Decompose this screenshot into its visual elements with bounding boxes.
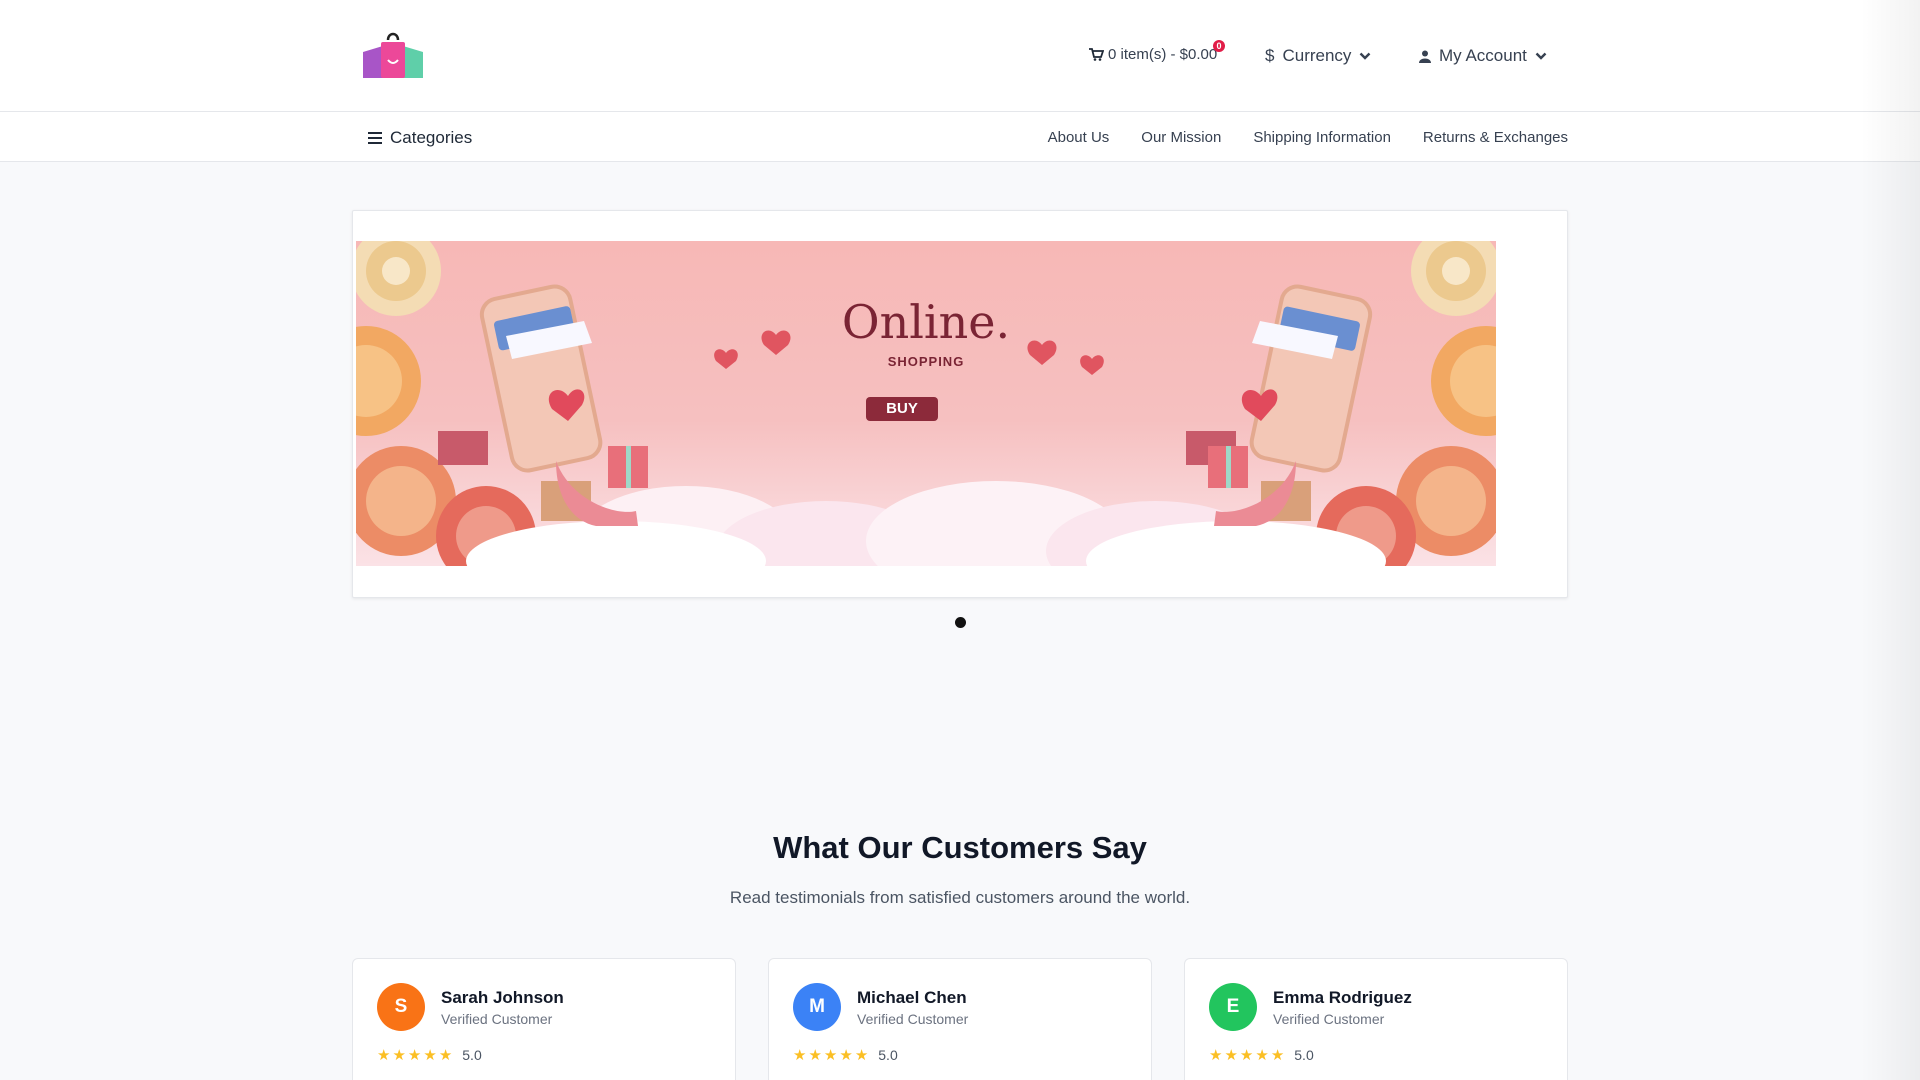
star-icon: ★: [808, 1046, 822, 1064]
top-header: 0 item(s) - $0.00 0 $ Currency My Accoun…: [0, 0, 1920, 112]
cart-label: 0 item(s) - $0.00: [1108, 46, 1218, 63]
account-dropdown[interactable]: My Account: [1419, 46, 1547, 66]
customer-role: Verified Customer: [1273, 1011, 1385, 1027]
star-icon: ★: [1239, 1046, 1254, 1064]
star-rating: ★ ★ ★ ★ ★ 5.0: [377, 1047, 482, 1063]
star-rating: ★ ★ ★ ★ ★ 5.0: [1209, 1047, 1314, 1063]
star-icon: ★: [392, 1046, 406, 1064]
account-label: My Account: [1439, 46, 1527, 65]
rating-value: 5.0: [878, 1047, 898, 1063]
nav-link-returns-exchanges[interactable]: Returns & Exchanges: [1423, 129, 1568, 146]
categories-label: Categories: [390, 128, 473, 147]
main-nav: Categories About Us Our Mission Shipping…: [0, 112, 1920, 162]
testimonials-title: What Our Customers Say: [773, 830, 1147, 865]
currency-label: Currency: [1282, 46, 1352, 65]
star-icon: ★: [1209, 1046, 1223, 1064]
shopping-bag-logo[interactable]: [361, 32, 425, 82]
star-icon: ★: [407, 1046, 422, 1064]
star-icon: ★: [377, 1046, 391, 1064]
chevron-down-icon: [1360, 52, 1371, 60]
star-icon: ★: [423, 1046, 437, 1064]
cart-summary[interactable]: 0 item(s) - $0.00: [1089, 46, 1217, 63]
cart-count-badge: 0: [1213, 40, 1225, 52]
customer-role: Verified Customer: [857, 1011, 969, 1027]
star-icon: ★: [839, 1046, 853, 1064]
carousel-dot[interactable]: [955, 617, 966, 628]
customer-name: Emma Rodriguez: [1273, 988, 1412, 1007]
categories-menu-button[interactable]: Categories: [368, 128, 472, 148]
star-icon: ★: [1255, 1046, 1269, 1064]
dollar-icon: $: [1265, 46, 1275, 65]
user-icon: [1419, 50, 1431, 63]
banner-title: Online.: [841, 295, 1011, 349]
testimonial-card: S Sarah Johnson Verified Customer ★ ★ ★ …: [352, 958, 736, 1080]
currency-dropdown[interactable]: $ Currency: [1265, 46, 1371, 66]
testimonials-subtitle: Read testimonials from satisfied custome…: [729, 888, 1191, 907]
nav-links: About Us Our Mission Shipping Informatio…: [1048, 129, 1568, 146]
star-rating: ★ ★ ★ ★ ★ 5.0: [793, 1047, 898, 1063]
rating-value: 5.0: [462, 1047, 482, 1063]
avatar: M: [793, 983, 841, 1031]
avatar: E: [1209, 983, 1257, 1031]
star-icon: ★: [438, 1046, 453, 1064]
testimonial-card: M Michael Chen Verified Customer ★ ★ ★ ★…: [768, 958, 1152, 1080]
star-icon: ★: [793, 1046, 807, 1064]
customer-role: Verified Customer: [441, 1011, 553, 1027]
cart-icon: [1089, 48, 1104, 61]
customer-name: Sarah Johnson: [441, 988, 564, 1007]
star-icon: ★: [1224, 1046, 1238, 1064]
avatar: S: [377, 983, 425, 1031]
nav-link-about-us[interactable]: About Us: [1048, 129, 1110, 146]
rating-value: 5.0: [1294, 1047, 1314, 1063]
nav-link-our-mission[interactable]: Our Mission: [1141, 129, 1221, 146]
banner-subtitle: SHOPPING: [887, 354, 965, 369]
star-icon: ★: [854, 1046, 869, 1064]
star-icon: ★: [1270, 1046, 1285, 1064]
hero-banner[interactable]: Online. SHOPPING BUY: [356, 241, 1496, 566]
star-icon: ★: [823, 1046, 838, 1064]
nav-link-shipping-information[interactable]: Shipping Information: [1253, 129, 1391, 146]
page-edge-shadow: [1860, 0, 1920, 1080]
testimonial-card: E Emma Rodriguez Verified Customer ★ ★ ★…: [1184, 958, 1568, 1080]
customer-name: Michael Chen: [857, 988, 967, 1007]
banner-buy-button[interactable]: BUY: [866, 397, 938, 421]
hamburger-icon: [368, 132, 382, 144]
chevron-down-icon: [1535, 52, 1547, 60]
